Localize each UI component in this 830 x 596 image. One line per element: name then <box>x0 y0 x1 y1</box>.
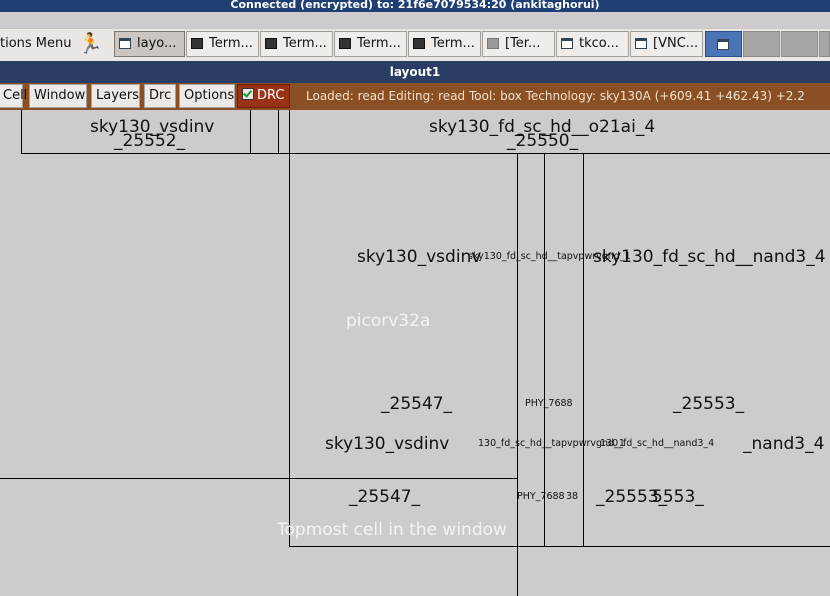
top-cell-name: picorv32a <box>346 311 431 331</box>
status-readout: Loaded: read Editing: read Tool: box Tec… <box>306 89 805 103</box>
cell-label: 130_fd_sc_hd__nand3_4 <box>600 438 715 449</box>
terminal-icon <box>487 38 499 49</box>
window-icon <box>561 38 573 49</box>
taskbar-item-layout[interactable]: layo... <box>114 31 185 57</box>
layout-canvas[interactable]: sky130_vsdinv _25552_ sky130_fd_sc_hd__o… <box>0 110 830 596</box>
taskbar-item-terminal-3[interactable]: Term... <box>334 31 407 57</box>
terminal-icon <box>191 38 203 49</box>
taskbar-item-terminal-2[interactable]: Term... <box>260 31 333 57</box>
cell-label: _25547_ <box>381 394 453 414</box>
cell-label: 38 <box>566 491 579 502</box>
cell-label: _25550_ <box>507 131 579 151</box>
taskbar-item-terminal-1[interactable]: Term... <box>186 31 259 57</box>
cell-label: _25552_ <box>114 131 186 151</box>
taskbar-item-tkcon[interactable]: tkco... <box>556 31 629 57</box>
window-icon <box>717 39 729 50</box>
menu-drc[interactable]: Drc <box>144 84 176 108</box>
window-icon <box>119 38 131 49</box>
cell-label: sky130_vsdinv <box>357 247 482 267</box>
menubar: Cell Window Layers Drc Options DRC Loade… <box>0 83 830 110</box>
vnc-connection-title: Connected (encrypted) to: 21f6e7079534:2… <box>230 0 600 11</box>
cell-label: 5553_ <box>652 487 704 507</box>
drc-toggle[interactable]: DRC <box>237 84 290 108</box>
taskbar-item-label: Term... <box>209 36 253 51</box>
cell-label: _nand3_4 <box>743 434 825 454</box>
cell-label: PHY_7688 <box>517 491 565 502</box>
applications-menu-button[interactable]: tions Menu <box>0 36 72 51</box>
workspace-4-button[interactable] <box>819 31 830 57</box>
cell-label: PHY_7688 <box>525 398 573 409</box>
cell-label: sky130_fd_sc_hd__nand3_4 <box>593 247 826 267</box>
workspace-3-button[interactable] <box>781 31 818 57</box>
taskbar: tions Menu 🏃 layo... Term... Term... Ter… <box>0 28 830 62</box>
menu-cell[interactable]: Cell <box>0 84 27 108</box>
menu-options[interactable]: Options <box>179 84 235 108</box>
terminal-icon <box>339 38 351 49</box>
window-title: layout1 <box>389 65 441 79</box>
running-man-icon[interactable]: 🏃 <box>78 32 103 54</box>
menu-window[interactable]: Window <box>29 84 87 108</box>
taskbar-item-label: Term... <box>431 36 475 51</box>
terminal-icon <box>265 38 277 49</box>
workspace-1-button[interactable] <box>705 31 742 57</box>
cell-label: sky130_vsdinv <box>325 434 450 454</box>
taskbar-item-terminal-4[interactable]: Term... <box>408 31 481 57</box>
menu-layers[interactable]: Layers <box>91 84 140 108</box>
cell-label: _25553_ <box>673 394 745 414</box>
taskbar-item-label: layo... <box>137 36 177 51</box>
drc-label: DRC <box>257 88 285 103</box>
vnc-connection-bar: Connected (encrypted) to: 21f6e7079534:2… <box>0 0 830 12</box>
window-titlebar[interactable]: layout1 <box>0 61 830 83</box>
checkbox-icon <box>242 88 254 100</box>
taskbar-item-label: tkco... <box>579 36 619 51</box>
terminal-icon <box>413 38 425 49</box>
workspace-2-button[interactable] <box>743 31 780 57</box>
taskbar-item-vnc[interactable]: [VNC... <box>630 31 703 57</box>
topmost-cell-hint: Topmost cell in the window <box>277 520 507 540</box>
window-icon <box>635 38 647 49</box>
taskbar-item-label: Term... <box>357 36 401 51</box>
taskbar-item-label: [Ter... <box>505 36 541 51</box>
cell-label: _25547_ <box>349 487 421 507</box>
taskbar-item-label: [VNC... <box>653 36 699 51</box>
taskbar-item-terminal-5[interactable]: [Ter... <box>482 31 555 57</box>
taskbar-item-label: Term... <box>283 36 327 51</box>
